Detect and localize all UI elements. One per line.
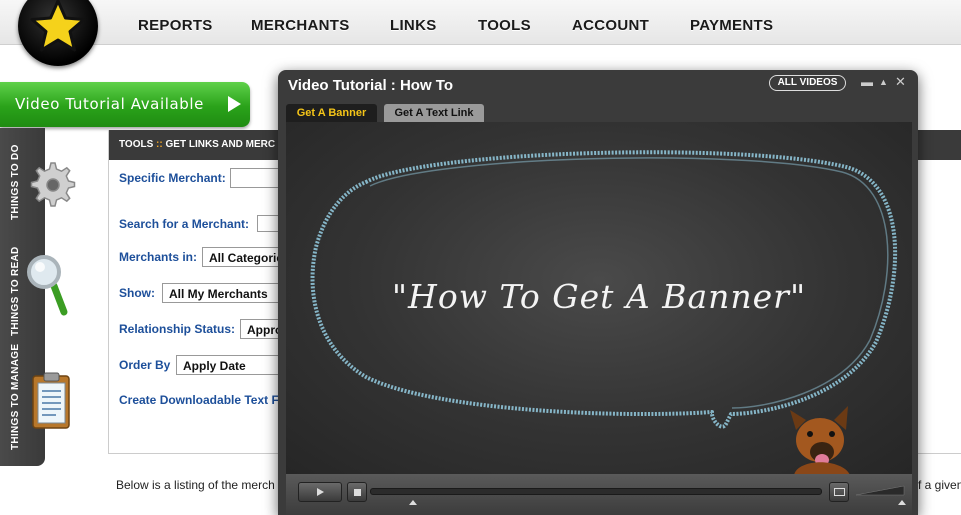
all-videos-button[interactable]: ALL VIDEOS [769,75,846,91]
order-by-label: Order By [119,358,171,372]
magnifier-icon [27,255,68,316]
play-icon [317,488,324,496]
dog-illustration [790,406,850,475]
nav-links[interactable]: LINKS [390,17,437,34]
star-icon [30,0,86,52]
video-tutorial-available-button[interactable]: Video Tutorial Available [0,82,250,127]
seek-bar[interactable] [370,488,822,495]
nav-merchants[interactable]: MERCHANTS [251,17,350,34]
clipboard-icon [32,372,70,429]
show-select[interactable]: All My Merchants [162,283,292,303]
video-controls-bar [286,474,912,515]
minimize-icon[interactable]: ▬ [861,75,873,89]
panel-title-prefix: TOOLS [119,139,154,150]
relationship-status-label: Relationship Status: [119,322,236,336]
logo[interactable] [18,0,98,66]
specific-merchant-label: Specific Merchant: [119,171,226,185]
nav-reports[interactable]: REPORTS [138,17,213,34]
panel-title: TOOLS :: GET LINKS AND MERC [119,139,275,150]
order-by-select[interactable]: Apply Date [176,355,286,375]
volume-marker [898,500,906,505]
fullscreen-icon [834,488,845,496]
volume-slider[interactable] [856,484,906,496]
listing-description: Below is a listing of the merch [116,478,275,492]
stop-icon [354,489,361,496]
video-tutorial-label: Video Tutorial Available [15,95,205,113]
nav-tools[interactable]: TOOLS [478,17,531,34]
tab-get-a-text-link[interactable]: Get A Text Link [384,104,484,122]
video-tutorial-window: Video Tutorial : How To ALL VIDEOS ▬ ▲ ✕… [278,70,918,515]
listing-description-end: f a given [918,478,961,492]
sidebar-item-things-to-do[interactable]: THINGS TO DO [10,144,21,220]
gear-icon [30,162,76,207]
video-player-screen[interactable]: "How To Get A Banner" [286,122,912,475]
nav-payments[interactable]: PAYMENTS [690,17,773,34]
stop-button[interactable] [347,482,367,502]
tab-get-a-banner[interactable]: Get A Banner [286,104,377,122]
sidebar-item-things-to-read[interactable]: THINGS TO READ [10,246,21,336]
show-label: Show: [119,286,155,300]
top-navigation: REPORTS MERCHANTS LINKS TOOLS ACCOUNT PA… [0,0,961,45]
panel-title-text: GET LINKS AND MERC [165,139,276,150]
up-icon[interactable]: ▲ [879,75,888,89]
play-button[interactable] [298,482,342,502]
merchants-in-label: Merchants in: [119,250,198,264]
nav-account[interactable]: ACCOUNT [572,17,649,34]
seek-position-marker [409,500,417,505]
side-toolbar: THINGS TO DO THINGS TO READ THINGS TO MA… [0,128,76,466]
panel-title-separator: :: [156,139,163,150]
play-icon [228,96,241,112]
fullscreen-button[interactable] [829,482,849,502]
close-icon[interactable]: ✕ [895,75,906,89]
download-text-link[interactable]: Create Downloadable Text F [119,393,279,407]
search-merchant-label: Search for a Merchant: [119,217,250,231]
video-caption: "How To Get A Banner" [391,277,807,316]
sidebar-item-things-to-manage[interactable]: THINGS TO MANAGE [10,344,21,450]
video-window-title: Video Tutorial : How To [288,77,453,94]
